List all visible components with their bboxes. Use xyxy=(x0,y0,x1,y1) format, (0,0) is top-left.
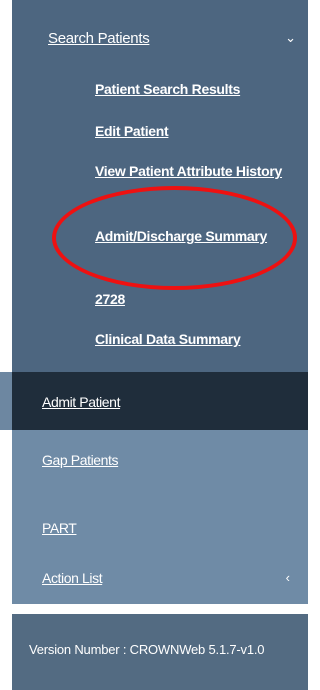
version-number-text: Version Number : CROWNWeb 5.1.7-v1.0 xyxy=(29,642,265,657)
search-patients-menu[interactable]: Search Patients ⌄ xyxy=(12,0,308,70)
sidebar-item-action-list[interactable]: Action List xyxy=(42,570,103,586)
sidebar-item-gap-patients[interactable]: Gap Patients xyxy=(42,452,119,468)
admit-patient-label[interactable]: Admit Patient xyxy=(42,394,120,410)
submenu-item-2728[interactable]: 2728 xyxy=(95,288,125,310)
chevron-down-icon[interactable]: ⌄ xyxy=(285,30,296,46)
divider xyxy=(12,604,308,614)
search-patients-label[interactable]: Search Patients xyxy=(48,30,150,47)
chevron-left-icon[interactable]: ‹ xyxy=(286,570,290,585)
sidebar-frame: Search Patients ⌄ Patient Search Results… xyxy=(0,0,308,690)
version-panel: Version Number : CROWNWeb 5.1.7-v1.0 xyxy=(12,614,308,690)
submenu-item-clinical-data-summary[interactable]: Clinical Data Summary xyxy=(95,328,241,350)
sidebar-item-part[interactable]: PART xyxy=(42,520,77,536)
sidebar-active-stripe xyxy=(0,372,12,430)
submenu-item-edit-patient[interactable]: Edit Patient xyxy=(95,120,169,142)
sidebar-item-admit-patient[interactable]: Admit Patient xyxy=(0,372,308,430)
submenu-item-view-patient-attribute-history[interactable]: View Patient Attribute History xyxy=(95,160,290,182)
submenu-item-patient-search-results[interactable]: Patient Search Results xyxy=(95,78,240,100)
submenu-item-admit-discharge-summary[interactable]: Admit/Discharge Summary xyxy=(95,225,290,247)
search-patients-section: Search Patients ⌄ Patient Search Results… xyxy=(12,0,308,390)
sidebar-gutter xyxy=(0,0,12,372)
sidebar-lower-group: Gap Patients PART Action List ‹ xyxy=(12,430,308,604)
